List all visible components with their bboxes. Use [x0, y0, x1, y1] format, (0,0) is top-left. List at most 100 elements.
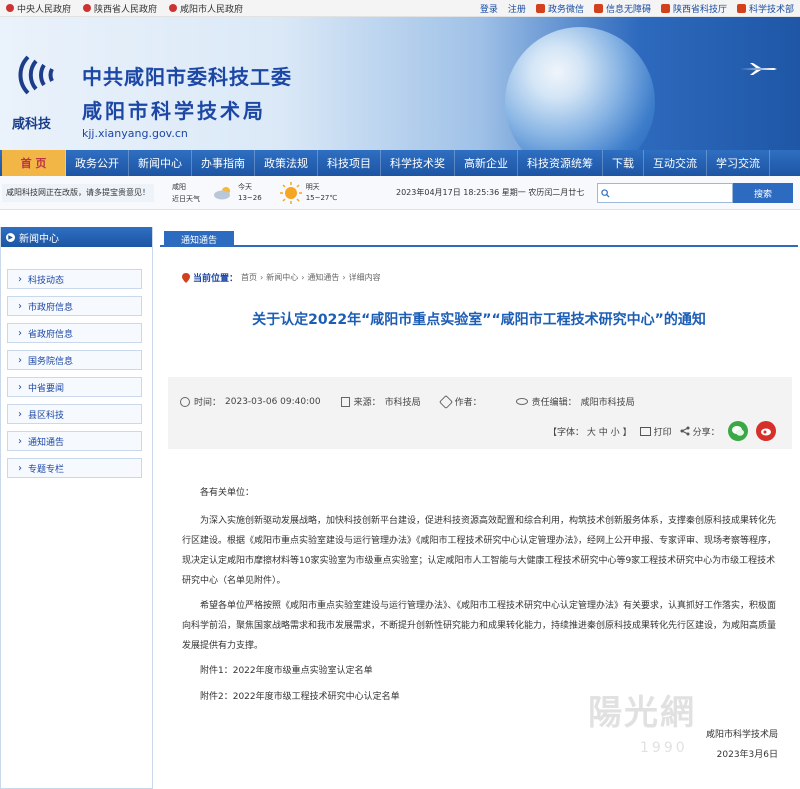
link-icon: [736, 3, 746, 13]
breadcrumb-notices[interactable]: 通知通告: [307, 272, 339, 283]
sidebar-item-topics[interactable]: 专题专栏: [7, 458, 142, 478]
nav-home[interactable]: 首 页: [2, 150, 66, 176]
article-meta: 时间： 2023-03-06 09:40:00 来源： 市科技局 作者： 责任编…: [168, 377, 792, 449]
nav-news-center[interactable]: 新闻中心: [129, 150, 192, 176]
weather-tomorrow: 明天 15~27℃: [279, 181, 337, 204]
info-bar: 咸阳科技网正在改版，请多提宝贵意见！ 咸阳 近日天气 今天 13~26 明天 1…: [0, 176, 800, 210]
nav-resources[interactable]: 科技资源统筹: [518, 150, 603, 176]
link-shaanxi-gov[interactable]: 陕西省人民政府: [83, 2, 157, 15]
sidebar-list: 科技动态 市政府信息 省政府信息 国务院信息 中省要闻 县区科技 通知通告 专题…: [1, 247, 152, 478]
user-links: 登录 注册 政务微信 信息无障碍 陕西省科技厅 科学技术部: [480, 2, 794, 15]
nav-learning[interactable]: 学习交流: [707, 150, 770, 176]
breadcrumb-news-center[interactable]: 新闻中心: [266, 272, 298, 283]
nav-download[interactable]: 下载: [603, 150, 644, 176]
sidebar-item-major-news[interactable]: 中省要闻: [7, 377, 142, 397]
globe-graphic: [505, 27, 655, 150]
date-time: 2023年04月17日 18:25:36 星期一 农历闰二月廿七: [396, 188, 585, 197]
link-most[interactable]: 科学技术部: [736, 2, 794, 15]
meta-editor: 责任编辑： 咸阳市科技局: [515, 395, 635, 408]
link-wechat[interactable]: 政务微信: [535, 2, 584, 15]
search-icon: [601, 188, 610, 198]
tab-notices[interactable]: 通知通告: [164, 231, 234, 247]
breadcrumb: 当前位置： 首页 › 新闻中心 › 通知通告 › 详细内容: [182, 271, 381, 284]
org-title-line2: 咸阳市科学技术局: [82, 99, 266, 123]
header-banner: 咸科技 中共咸阳市委科技工委 咸阳市科学技术局 kjj.xianyang.gov…: [0, 17, 800, 150]
nav-guide[interactable]: 办事指南: [192, 150, 255, 176]
pen-icon: [438, 394, 453, 409]
logo-text: 咸科技: [12, 117, 52, 132]
main-nav: 首 页 政务公开 新闻中心 办事指南 政策法规 科技项目 科学技术奖 高新企业 …: [0, 150, 800, 176]
eye-icon: [515, 398, 528, 405]
printer-icon: [639, 426, 651, 436]
nav-policies[interactable]: 政策法规: [255, 150, 318, 176]
register-link[interactable]: 注册: [508, 2, 526, 15]
emblem-icon: [169, 4, 178, 12]
search-bar: 搜索: [597, 183, 793, 203]
link-xianyang-gov[interactable]: 咸阳市人民政府: [169, 2, 243, 15]
circle-arrow-icon: ▶: [6, 232, 15, 242]
location-pin-icon: [182, 272, 190, 283]
login-link[interactable]: 登录: [480, 2, 498, 15]
weather-location: 咸阳 近日天气: [172, 182, 200, 203]
document-icon: [340, 396, 350, 407]
font-large-button[interactable]: 大: [587, 428, 596, 438]
site-domain: kjj.xianyang.gov.cn: [82, 127, 188, 140]
font-size-control: 【字体： 大 中 小 】: [548, 427, 632, 438]
sidebar-item-state-council[interactable]: 国务院信息: [7, 350, 142, 370]
sidebar: ▶ 新闻中心 科技动态 市政府信息 省政府信息 国务院信息 中省要闻 县区科技 …: [0, 227, 153, 789]
sidebar-item-notices[interactable]: 通知通告: [7, 431, 142, 451]
main-content: 通知通告 当前位置： 首页 › 新闻中心 › 通知通告 › 详细内容 关于认定2022…: [160, 227, 798, 789]
gov-links: 中央人民政府 陕西省人民政府 咸阳市人民政府: [6, 2, 243, 15]
link-central-gov[interactable]: 中央人民政府: [6, 2, 71, 15]
top-bar: 中央人民政府 陕西省人民政府 咸阳市人民政府 登录 注册 政务微信 信息无障碍 …: [0, 0, 800, 17]
sidebar-item-county-tech[interactable]: 县区科技: [7, 404, 142, 424]
link-accessibility[interactable]: 信息无障碍: [593, 2, 651, 15]
section-tabbar: 通知通告: [160, 227, 798, 247]
weather-widget: 咸阳 近日天气 今天 13~26 明天 15~27℃: [172, 181, 349, 205]
weather-today: 今天 13~26: [212, 182, 262, 204]
link-shaanxi-sti[interactable]: 陕西省科技厅: [660, 2, 727, 15]
org-title-line1: 中共咸阳市委科技工委: [82, 65, 292, 89]
article-body: 各有关单位： 为深入实施创新驱动发展战略，加快科技创新平台建设，促进科技资源高效…: [182, 483, 778, 713]
emblem-icon: [83, 4, 92, 12]
airplane-icon: [740, 63, 777, 75]
breadcrumb-current: 详细内容: [348, 273, 381, 282]
accessibility-icon: [593, 3, 603, 13]
share-icon: [680, 426, 690, 436]
article-title: 关于认定2022年“咸阳市重点实验室”“咸阳市工程技术研究中心”的通知: [252, 312, 706, 328]
clock-icon: [180, 396, 190, 407]
meta-author: 作者：: [438, 394, 486, 409]
paragraph: 希望各单位严格按照《咸阳市重点实验室建设与运行管理办法》、《咸阳市工程技术研究中…: [182, 601, 777, 651]
attachment-link-1[interactable]: 附件1：2022年度市级重点实验室认定名单: [182, 661, 778, 681]
nav-awards[interactable]: 科学技术奖: [381, 150, 455, 176]
nav-gov-affairs[interactable]: 政务公开: [66, 150, 129, 176]
sidebar-item-province-gov[interactable]: 省政府信息: [7, 323, 142, 343]
search-button[interactable]: 搜索: [733, 183, 793, 203]
site-logo-icon: [18, 55, 54, 95]
sun-icon: [279, 181, 302, 204]
notice-ticker: 咸阳科技网正在改版，请多提宝贵意见！: [2, 183, 154, 202]
weibo-share-icon[interactable]: [755, 421, 776, 441]
print-button[interactable]: 打印: [639, 425, 672, 438]
signature: 咸阳市科学技术局 2023年3月6日: [706, 725, 778, 765]
watermark-sub: 1990: [640, 740, 688, 756]
meta-time: 时间： 2023-03-06 09:40:00: [180, 395, 321, 408]
share-group: 分享：: [680, 425, 720, 438]
font-small-button[interactable]: 小: [611, 428, 620, 438]
font-medium-button[interactable]: 中: [599, 428, 608, 438]
nav-hightech[interactable]: 高新企业: [455, 150, 518, 176]
meta-source: 来源： 市科技局: [340, 395, 421, 408]
wechat-small-icon: [535, 3, 545, 13]
search-input[interactable]: [597, 183, 733, 203]
emblem-icon: [6, 4, 14, 12]
signature-org: 咸阳市科学技术局: [705, 730, 778, 740]
sidebar-item-tech-news[interactable]: 科技动态: [7, 269, 142, 289]
watermark-logo: 陽光網: [588, 693, 696, 733]
nav-interaction[interactable]: 互动交流: [644, 150, 707, 176]
paragraph: 为深入实施创新驱动发展战略，加快科技创新平台建设，促进科技资源高效配置和综合利用…: [182, 516, 777, 586]
breadcrumb-home[interactable]: 首页: [241, 272, 257, 283]
wechat-share-icon[interactable]: [727, 421, 748, 441]
sidebar-item-city-gov[interactable]: 市政府信息: [7, 296, 142, 316]
nav-projects[interactable]: 科技项目: [318, 150, 381, 176]
signature-date: 2023年3月6日: [716, 750, 778, 760]
